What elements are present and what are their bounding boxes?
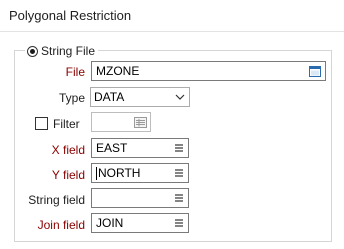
file-value: MZONE <box>96 64 140 78</box>
y-field-label: Y field <box>51 168 85 182</box>
filter-label: Filter <box>53 117 80 131</box>
y-field-input[interactable]: NORTH <box>91 163 189 183</box>
field-list-icon[interactable] <box>170 164 188 182</box>
string-file-radio-option[interactable]: String File <box>25 43 99 59</box>
type-value: DATA <box>94 90 125 104</box>
x-field-label: X field <box>51 143 85 157</box>
join-field-label: Join field <box>37 218 85 232</box>
chevron-down-icon[interactable] <box>171 88 189 106</box>
filter-input[interactable] <box>91 112 151 132</box>
x-field-input[interactable]: EAST <box>91 138 189 158</box>
type-label: Type <box>58 91 85 105</box>
y-field-value: NORTH <box>98 166 141 180</box>
title-divider <box>0 31 344 32</box>
file-input[interactable]: MZONE <box>91 61 326 81</box>
string-file-radio-label: String File <box>41 44 96 58</box>
string-field-label: String field <box>28 193 85 207</box>
polygonal-restriction-panel: Polygonal Restriction String File File M… <box>0 0 344 249</box>
field-list-icon[interactable] <box>170 139 188 157</box>
type-dropdown[interactable]: DATA <box>90 87 190 107</box>
x-field-value: EAST <box>96 141 128 155</box>
join-field-value: JOIN <box>96 216 124 230</box>
radio-selected-dot <box>30 48 35 54</box>
string-file-radio[interactable] <box>27 45 38 57</box>
join-field-input[interactable]: JOIN <box>91 213 189 233</box>
filter-checkbox[interactable] <box>35 117 48 130</box>
file-browse-icon[interactable] <box>305 62 325 80</box>
panel-title: Polygonal Restriction <box>9 8 132 23</box>
filter-list-icon[interactable] <box>130 113 150 131</box>
field-list-icon[interactable] <box>170 189 188 207</box>
file-label: File <box>65 65 85 79</box>
string-field-input[interactable] <box>91 188 189 208</box>
field-list-icon[interactable] <box>170 214 188 232</box>
